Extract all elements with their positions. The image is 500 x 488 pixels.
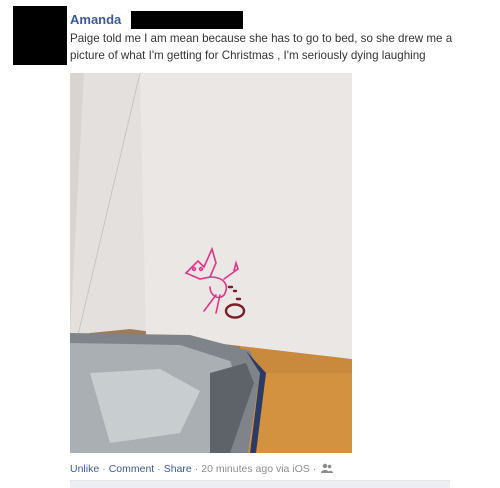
author-avatar[interactable] — [13, 6, 67, 65]
author-name[interactable]: Amanda — [70, 11, 121, 29]
post-actions: Unlike · Comment · Share · 20 minutes ago via … — [70, 462, 334, 478]
separator: · — [102, 463, 106, 475]
post-timestamp[interactable]: 20 minutes ago via iOS — [201, 463, 310, 475]
separator: · — [312, 463, 317, 475]
post-photo[interactable] — [70, 73, 352, 453]
separator: · — [157, 463, 161, 475]
name-redaction — [131, 11, 243, 29]
unlike-link[interactable]: Unlike — [70, 463, 99, 475]
share-link[interactable]: Share — [164, 463, 192, 475]
comment-link[interactable]: Comment — [109, 463, 155, 475]
photo-scene — [70, 73, 352, 453]
separator: · — [194, 463, 199, 475]
post-text: Paige told me I am mean because she has … — [70, 32, 453, 62]
friends-icon[interactable] — [321, 463, 334, 478]
